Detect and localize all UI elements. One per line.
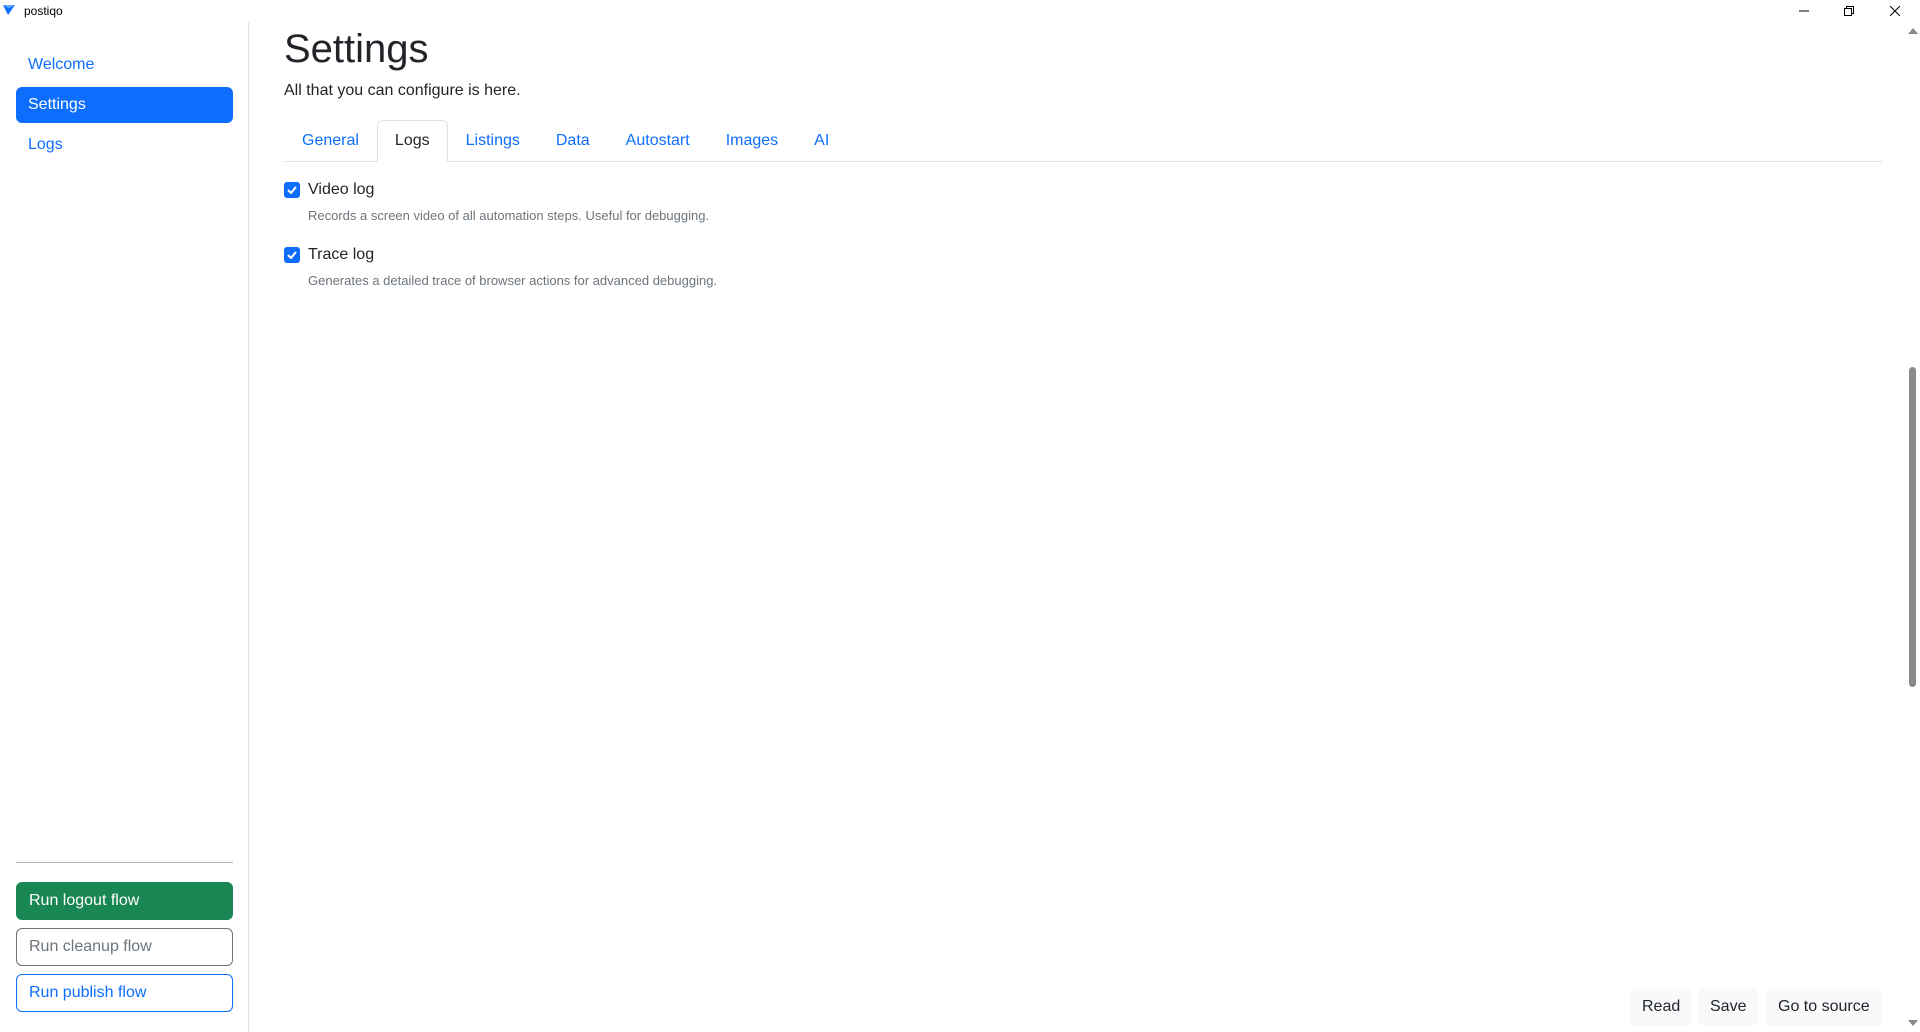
tab-general[interactable]: General [284, 120, 377, 162]
video-log-help: Records a screen video of all automation… [308, 208, 710, 223]
trace-log-option: Trace log [284, 246, 374, 264]
tab-logs[interactable]: Logs [376, 120, 448, 162]
page-subtitle: All that you can configure is here. [284, 82, 521, 99]
run-cleanup-flow-button[interactable]: Run cleanup flow [16, 928, 233, 966]
page-title: Settings [284, 27, 429, 71]
window-title: postiqo [24, 4, 63, 18]
checkmark-icon [287, 186, 297, 194]
restore-icon [1844, 6, 1854, 16]
video-log-option: Video log [284, 181, 374, 199]
video-log-checkbox[interactable] [284, 182, 300, 198]
tab-autostart[interactable]: Autostart [608, 120, 708, 162]
trace-log-label[interactable]: Trace log [308, 246, 374, 264]
read-button[interactable]: Read [1630, 988, 1693, 1026]
checkmark-icon [287, 251, 297, 259]
settings-tabs: General Logs Listings Data Autostart Ima… [284, 120, 1882, 162]
save-button[interactable]: Save [1698, 988, 1759, 1026]
tab-ai[interactable]: AI [796, 120, 847, 162]
sidebar-item-welcome[interactable]: Welcome [16, 47, 233, 83]
scroll-down-arrow-icon[interactable] [1908, 1020, 1918, 1026]
restore-button[interactable] [1826, 0, 1872, 22]
trace-log-help: Generates a detailed trace of browser ac… [308, 273, 718, 288]
minimize-icon [1799, 10, 1809, 12]
scrollbar[interactable] [1905, 22, 1920, 1032]
trace-log-checkbox[interactable] [284, 247, 300, 263]
sidebar: Welcome Settings Logs Run logout flow Ru… [0, 22, 249, 1032]
minimize-button[interactable] [1781, 0, 1827, 22]
sidebar-item-settings[interactable]: Settings [16, 87, 233, 123]
scroll-up-arrow-icon[interactable] [1908, 28, 1918, 34]
sidebar-divider [16, 862, 233, 863]
run-publish-flow-button[interactable]: Run publish flow [16, 974, 233, 1012]
close-button[interactable] [1872, 0, 1918, 22]
main-content: Settings All that you can configure is h… [284, 22, 1884, 1032]
tab-listings[interactable]: Listings [448, 120, 538, 162]
tab-images[interactable]: Images [708, 120, 796, 162]
send-icon [3, 5, 15, 15]
window-titlebar: postiqo [0, 0, 1920, 22]
go-to-source-button[interactable]: Go to source [1766, 988, 1882, 1026]
video-log-label[interactable]: Video log [308, 181, 374, 199]
scroll-thumb[interactable] [1909, 367, 1916, 687]
tab-data[interactable]: Data [538, 120, 608, 162]
sidebar-item-logs[interactable]: Logs [16, 127, 233, 163]
run-logout-flow-button[interactable]: Run logout flow [16, 882, 233, 920]
close-icon [1890, 6, 1900, 16]
